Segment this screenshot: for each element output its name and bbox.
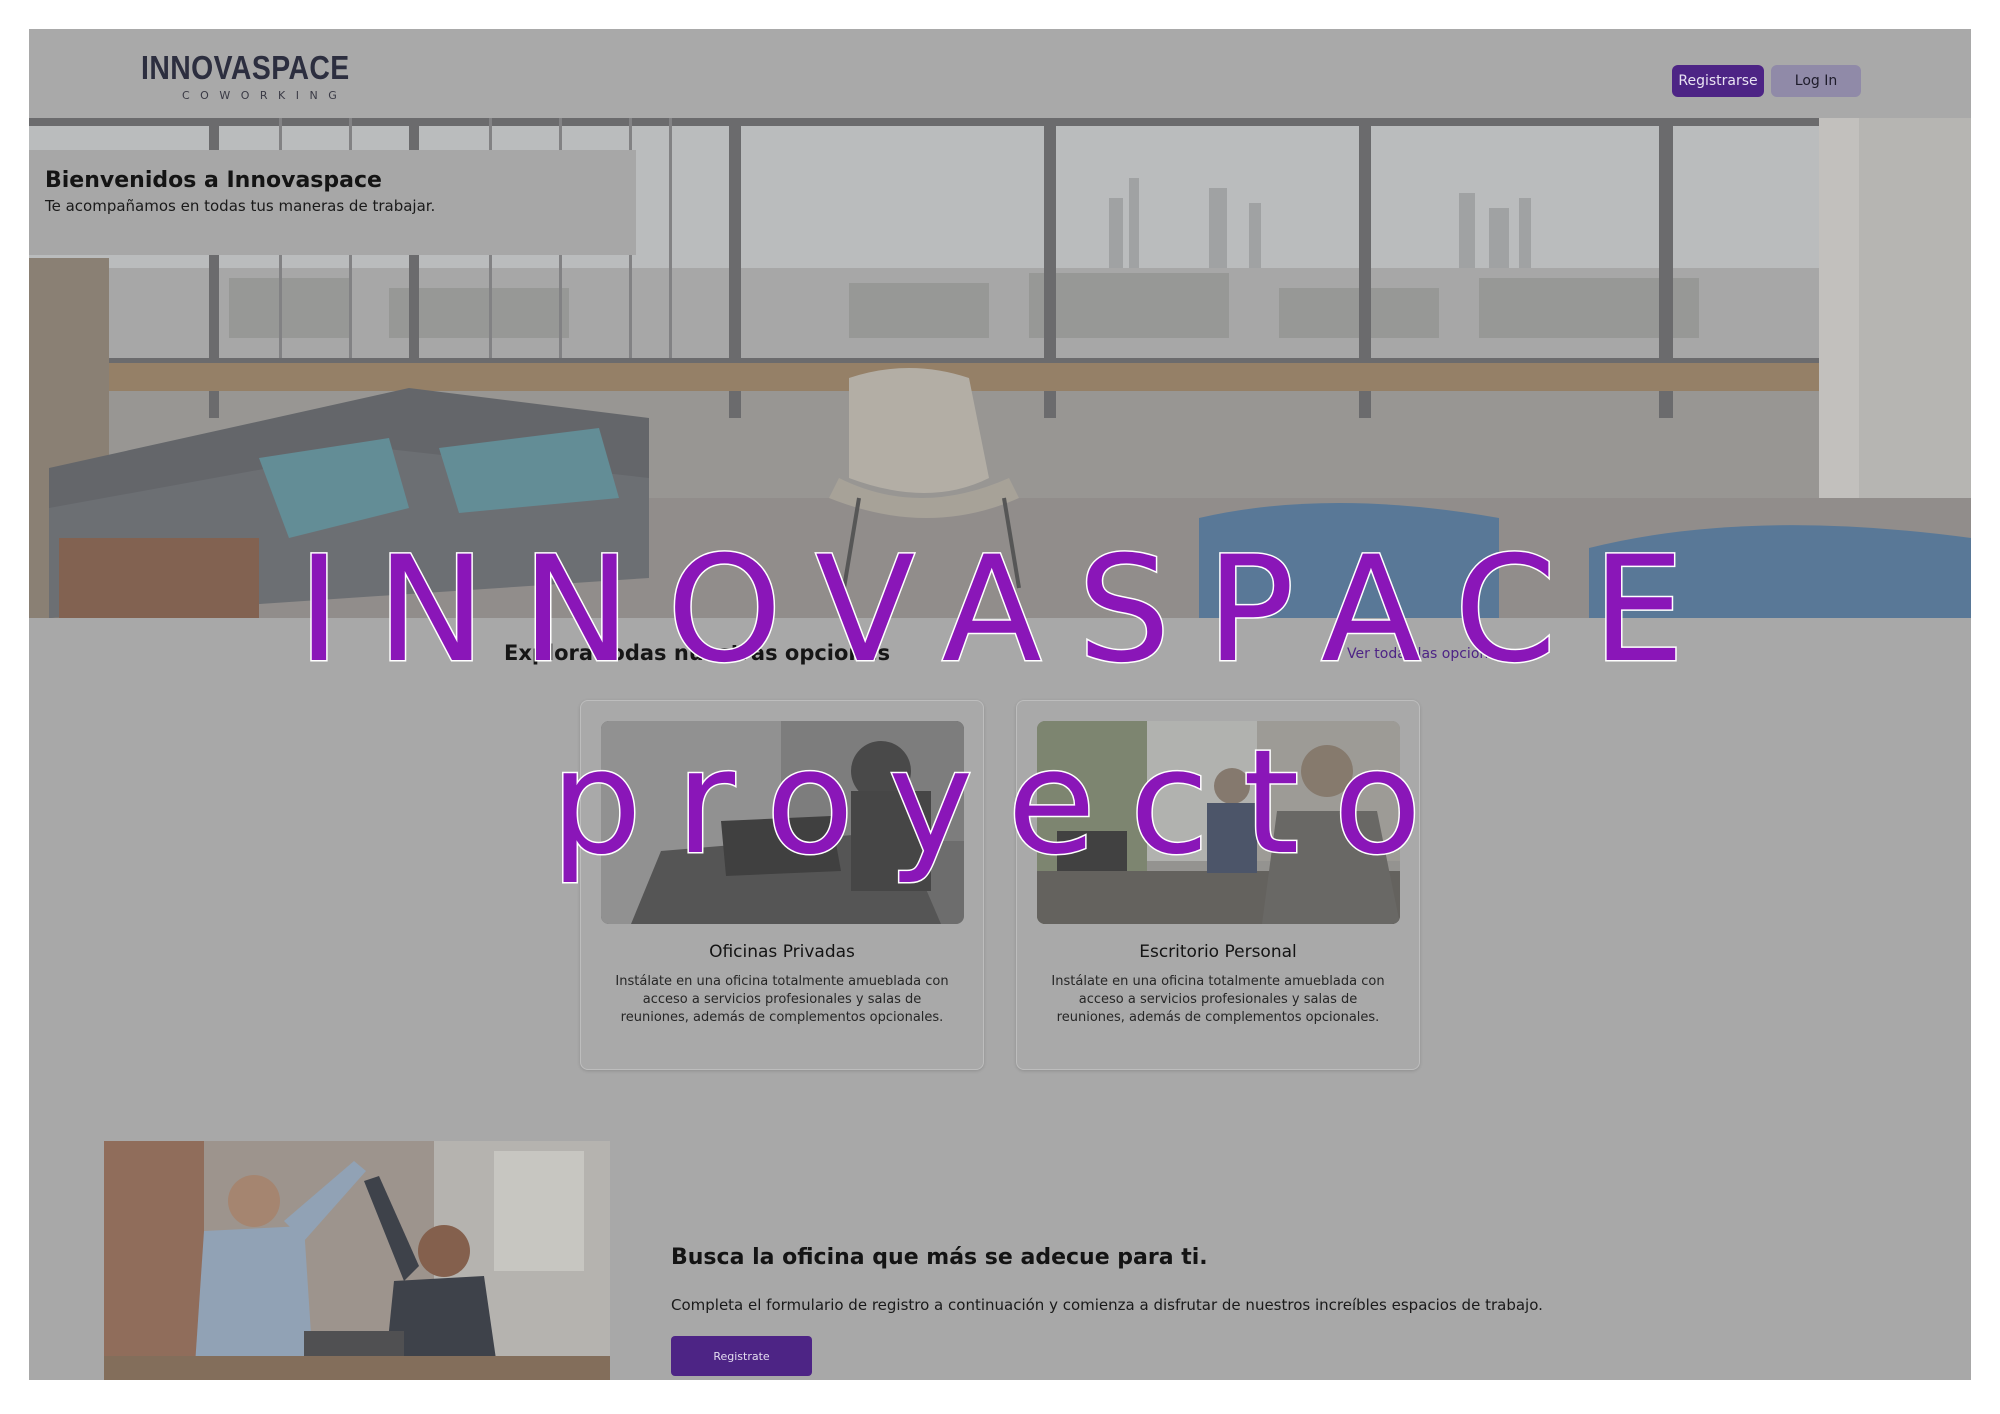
register-button[interactable]: Registrarse — [1672, 65, 1764, 97]
private-office-image — [601, 721, 964, 924]
see-all-options-link[interactable]: Ver todas las opciones — [1347, 646, 1504, 662]
logo-tagline: COWORKING — [182, 89, 348, 102]
page-margin — [0, 1380, 2000, 1414]
hero-subtitle: Te acompañamos en todas tus maneras de t… — [45, 197, 436, 215]
card-title: Escritorio Personal — [1139, 942, 1297, 962]
hero-welcome-box: Bienvenidos a Innovaspace Te acompañamos… — [29, 150, 636, 255]
hero-title: Bienvenidos a Innovaspace — [45, 168, 382, 193]
option-card-personal-desk[interactable]: Escritorio Personal Instálate en una ofi… — [1016, 700, 1420, 1070]
page-frame: INNOVASPACE COWORKING Registrarse Log In — [29, 29, 1971, 1380]
personal-desk-image — [1037, 721, 1400, 924]
card-description: Instálate en una oficina totalmente amue… — [615, 974, 949, 1025]
card-title: Oficinas Privadas — [709, 942, 855, 962]
logo[interactable]: INNOVASPACE COWORKING — [141, 49, 351, 102]
option-card-private-offices[interactable]: Oficinas Privadas Instálate en una ofici… — [580, 700, 984, 1070]
hero-banner: Bienvenidos a Innovaspace Te acompañamos… — [29, 118, 1971, 618]
cta-subtitle: Completa el formulario de registro a con… — [671, 1296, 1543, 1314]
card-description: Instálate en una oficina totalmente amue… — [1051, 974, 1385, 1025]
logo-wordmark: INNOVASPACE — [141, 49, 350, 86]
cta-title: Busca la oficina que más se adecue para … — [671, 1245, 1208, 1270]
navbar: INNOVASPACE COWORKING Registrarse Log In — [29, 29, 1971, 118]
high-five-image — [104, 1141, 610, 1380]
signup-button[interactable]: Registrate — [671, 1336, 812, 1376]
login-button[interactable]: Log In — [1771, 65, 1861, 97]
options-section-title: Explora todas nuestras opciones — [504, 641, 891, 665]
